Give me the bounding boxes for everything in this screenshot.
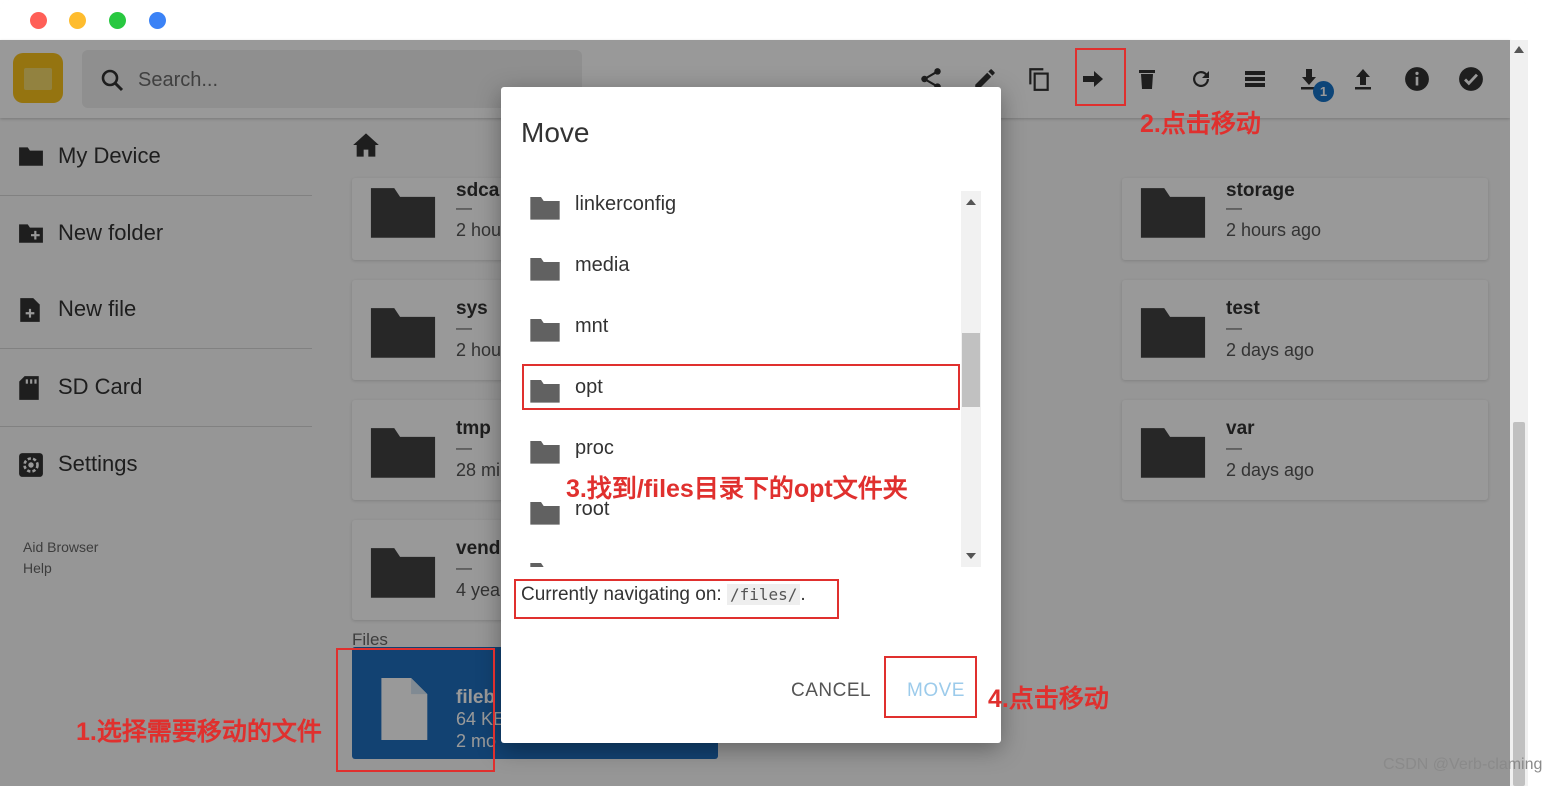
annotation-box-file [336, 648, 495, 772]
folder-icon [530, 441, 560, 464]
zoom-window-button[interactable] [109, 12, 126, 29]
folder-list-item[interactable]: mnt [521, 299, 959, 360]
scrollbar-thumb[interactable] [962, 333, 980, 407]
browser-window: 1 My Device New folder New [0, 0, 1528, 786]
folder-list-item-label: linkerconfig [575, 193, 677, 215]
close-window-button[interactable] [30, 12, 47, 29]
scroll-down-arrow-icon[interactable] [966, 553, 976, 559]
minimize-window-button[interactable] [69, 12, 86, 29]
extra-window-button[interactable] [149, 12, 166, 29]
annotation-step-3: 3.找到/files目录下的opt文件夹 [566, 475, 908, 503]
scroll-up-arrow-icon[interactable] [966, 199, 976, 205]
annotation-box-move-button [884, 656, 977, 718]
annotation-box-path [514, 579, 839, 619]
annotation-step-4: 4.点击移动 [988, 685, 1109, 713]
folder-icon [530, 258, 560, 281]
annotation-step-2: 2.点击移动 [1140, 110, 1261, 138]
folder-list-item[interactable]: linkerconfig [521, 191, 959, 238]
annotation-box-move-toolbar [1075, 48, 1126, 106]
folder-icon [530, 502, 560, 525]
page-scrollbar-thumb[interactable] [1513, 422, 1525, 786]
scroll-up-arrow-icon[interactable] [1514, 46, 1524, 53]
page-scrollbar[interactable] [1510, 40, 1528, 786]
folder-icon [530, 563, 544, 567]
annotation-box-opt [522, 364, 960, 410]
folder-icon [530, 319, 560, 342]
folder-list-item-label: mnt [575, 315, 609, 337]
folder-list-item-label: media [575, 254, 630, 276]
dialog-title: Move [521, 117, 590, 148]
folder-list-item[interactable]: media [521, 238, 959, 299]
folder-list-item-partial [521, 543, 959, 567]
folder-icon [530, 197, 560, 220]
watermark-text: CSDN @Verb-claming [1383, 756, 1543, 773]
folder-list-scrollbar[interactable] [961, 191, 981, 567]
folder-list-item-label: proc [575, 437, 614, 459]
title-bar [0, 0, 1528, 40]
move-dialog: Move linkerconfig media mnt opt proc roo… [501, 87, 1001, 743]
annotation-step-1: 1.选择需要移动的文件 [76, 718, 322, 746]
cancel-button[interactable]: CANCEL [785, 679, 877, 703]
